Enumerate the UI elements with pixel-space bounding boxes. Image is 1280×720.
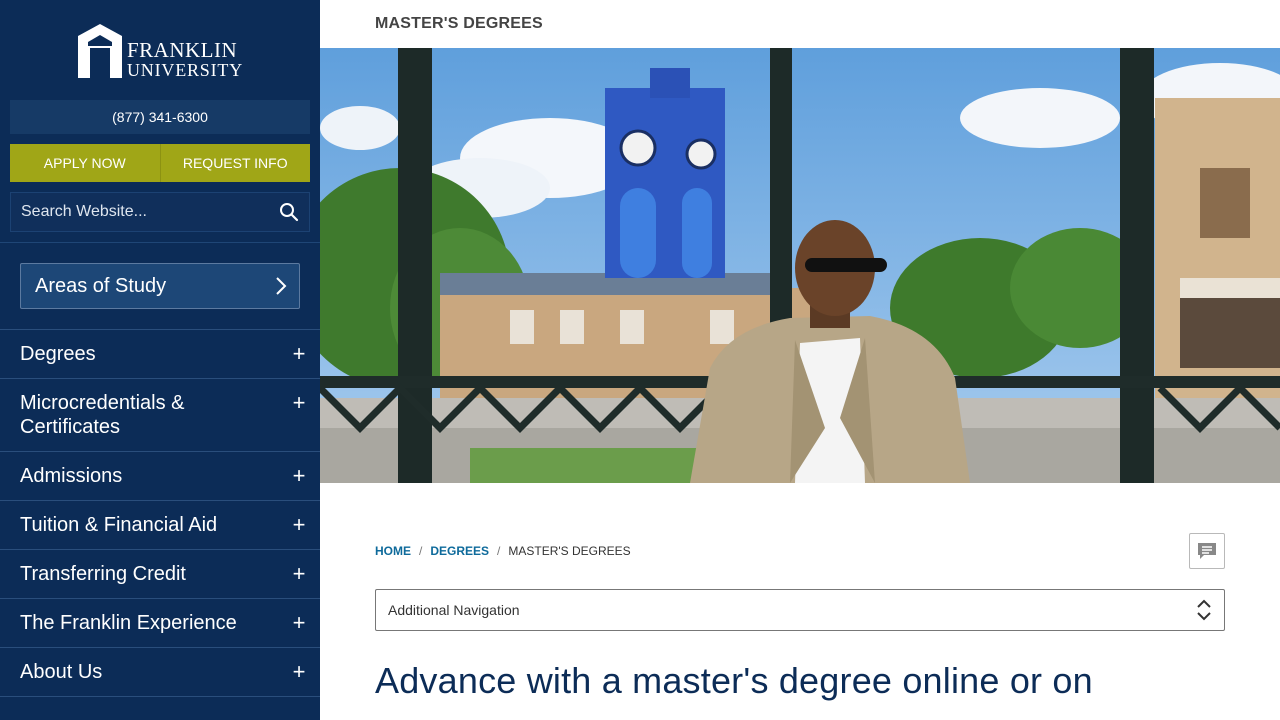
logo-text: FRANKLIN UNIVERSITY xyxy=(127,38,243,81)
franklin-logo[interactable]: FRANKLIN UNIVERSITY xyxy=(76,22,246,80)
sidebar-item-label: Microcredentials & Certificates xyxy=(20,392,185,438)
expand-icon[interactable]: + xyxy=(292,391,306,415)
sidebar-nav: Degrees + Microcredentials & Certificate… xyxy=(0,329,320,697)
chat-icon xyxy=(1198,543,1216,559)
sidebar-item-label: About Us xyxy=(20,661,103,683)
breadcrumb-home[interactable]: HOME xyxy=(375,544,411,558)
areas-of-study-button[interactable]: Areas of Study xyxy=(20,263,300,309)
sidebar-item-label: Tuition & Financial Aid xyxy=(20,514,218,536)
logo-mark-icon xyxy=(78,24,122,78)
areas-of-study-label: Areas of Study xyxy=(35,274,167,297)
cta-row: APPLY NOW REQUEST INFO xyxy=(10,144,310,182)
sidebar-item-label: Transferring Credit xyxy=(20,563,186,585)
sidebar-item-degrees[interactable]: Degrees + xyxy=(0,330,320,379)
sidebar-item-franklin-experience[interactable]: The Franklin Experience + xyxy=(0,599,320,648)
select-value: Additional Navigation xyxy=(388,602,520,618)
sidebar-item-admissions[interactable]: Admissions + xyxy=(0,452,320,501)
breadcrumb-separator: / xyxy=(419,544,423,558)
expand-icon[interactable]: + xyxy=(292,562,306,586)
sidebar: FRANKLIN UNIVERSITY (877) 341-6300 APPLY… xyxy=(0,0,320,720)
sidebar-divider xyxy=(0,242,320,243)
breadcrumb: HOME / DEGREES / MASTER'S DEGREES xyxy=(375,544,631,558)
select-arrows-icon xyxy=(1197,599,1211,621)
site-search xyxy=(10,192,310,232)
chat-button[interactable] xyxy=(1189,533,1225,569)
expand-icon[interactable]: + xyxy=(292,342,306,366)
expand-icon[interactable]: + xyxy=(292,464,306,488)
sidebar-item-tuition[interactable]: Tuition & Financial Aid + xyxy=(0,501,320,550)
chevron-right-icon xyxy=(276,277,287,295)
request-info-button[interactable]: REQUEST INFO xyxy=(159,144,310,182)
apply-now-button[interactable]: APPLY NOW xyxy=(10,144,160,182)
page-header: MASTER'S DEGREES xyxy=(320,0,1280,48)
page-headline: Advance with a master's degree online or… xyxy=(375,660,1093,701)
expand-icon[interactable]: + xyxy=(292,660,306,684)
logo-line1: FRANKLIN xyxy=(127,38,238,62)
logo-line2: UNIVERSITY xyxy=(127,60,243,80)
search-icon[interactable] xyxy=(269,192,309,232)
hero-image xyxy=(320,48,1280,483)
page-title: MASTER'S DEGREES xyxy=(375,15,543,32)
additional-navigation-select[interactable]: Additional Navigation xyxy=(375,589,1225,631)
sidebar-item-about-us[interactable]: About Us + xyxy=(0,648,320,697)
search-input[interactable] xyxy=(11,203,269,221)
sidebar-item-transferring-credit[interactable]: Transferring Credit + xyxy=(0,550,320,599)
sidebar-item-label: The Franklin Experience xyxy=(20,612,237,634)
breadcrumb-current: MASTER'S DEGREES xyxy=(508,544,631,558)
expand-icon[interactable]: + xyxy=(292,513,306,537)
breadcrumb-degrees[interactable]: DEGREES xyxy=(430,544,489,558)
sidebar-item-label: Degrees xyxy=(20,343,96,365)
expand-icon[interactable]: + xyxy=(292,611,306,635)
phone-link[interactable]: (877) 341-6300 xyxy=(10,100,310,134)
sidebar-item-microcredentials[interactable]: Microcredentials & Certificates + xyxy=(0,379,320,452)
sidebar-item-label: Admissions xyxy=(20,465,123,487)
breadcrumb-separator: / xyxy=(497,544,501,558)
